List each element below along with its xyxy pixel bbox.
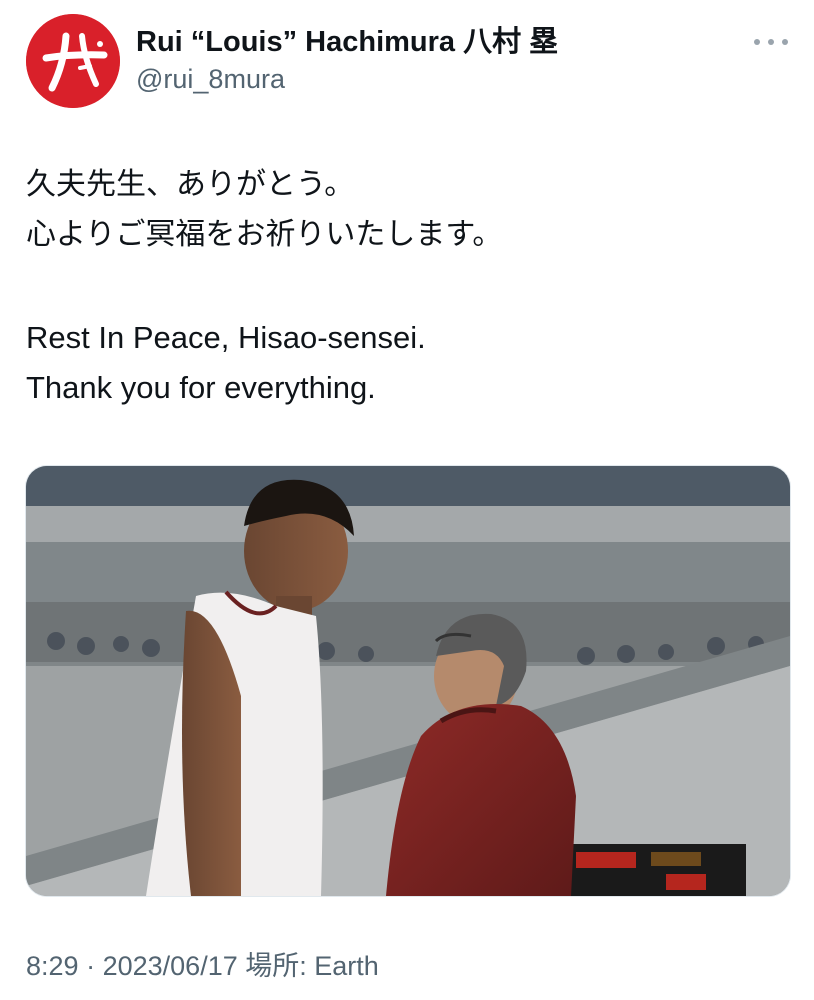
tweet-photo[interactable] [25,465,791,897]
tweet-text: 久夫先生、ありがとう。 心よりご冥福をお祈りいたします。 Rest In Pea… [26,160,788,413]
author-names: Rui “Louis” Hachimura 八村 塁 @rui_8mura [136,24,558,96]
avatar[interactable] [26,14,120,108]
tweet-line-jp-2: 心よりご冥福をお祈りいたします。 [26,218,503,251]
tweet-meta: 8:29 · 2023/06/17 場所: Earth [26,944,379,983]
tweet-time[interactable]: 8:29 [26,951,79,981]
location-value[interactable]: Earth [314,951,379,981]
tweet-line-en-2: Thank you for everything. [26,370,376,405]
tweet-line-jp-1: 久夫先生、ありがとう。 [26,168,355,201]
more-dot [782,39,788,45]
tweet-line-en-1: Rest In Peace, Hisao-sensei. [26,320,426,355]
more-horizontal-icon[interactable] [754,32,788,52]
meta-separator: · [86,951,96,981]
more-dot [754,39,760,45]
photo-illustration [26,466,790,896]
location-label: 場所: [245,951,307,981]
user-handle[interactable]: @rui_8mura [136,62,558,96]
tweet-date[interactable]: 2023/06/17 [103,951,238,981]
tweet-card: Rui “Louis” Hachimura 八村 塁 @rui_8mura 久夫… [0,0,814,1000]
display-name[interactable]: Rui “Louis” Hachimura 八村 塁 [136,24,558,60]
more-dot [768,39,774,45]
hachimura-logo-icon [26,14,120,108]
tweet-header: Rui “Louis” Hachimura 八村 塁 @rui_8mura [26,14,788,110]
